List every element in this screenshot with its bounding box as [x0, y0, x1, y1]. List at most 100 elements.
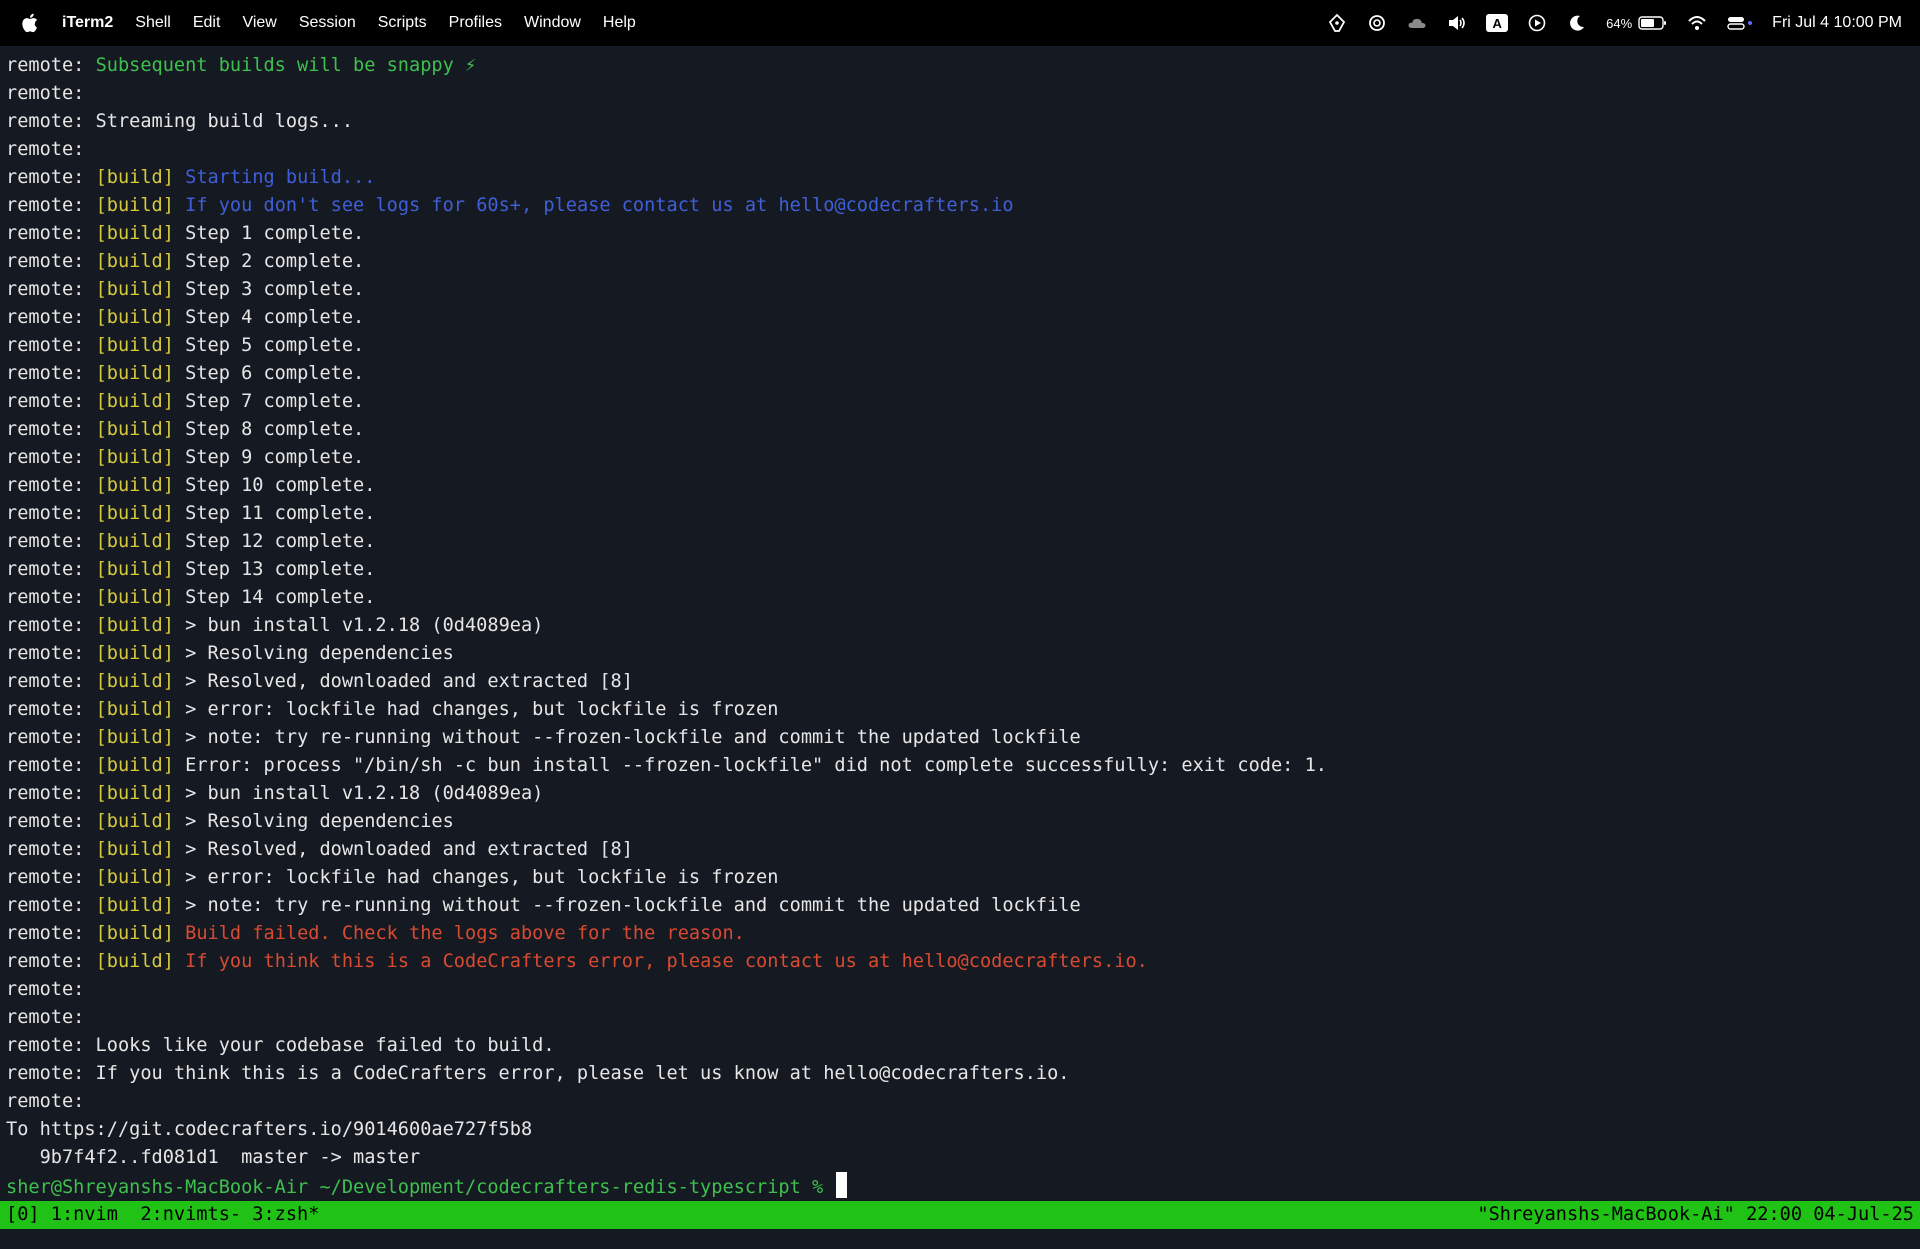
terminal-line: remote: [build] Step 2 complete.: [6, 248, 1920, 276]
terminal-text: remote:: [6, 783, 96, 804]
terminal-text: remote:: [6, 139, 85, 160]
menu-profiles[interactable]: Profiles: [438, 14, 513, 32]
terminal-text: Step 1 complete.: [173, 223, 365, 244]
terminal-text: Step 12 complete.: [173, 531, 376, 552]
terminal-line: remote: [build] > error: lockfile had ch…: [6, 864, 1920, 892]
terminal-text: 9b7f4f2..fd081d1 master -> master: [6, 1147, 421, 1168]
terminal-line: remote: [build] Step 5 complete.: [6, 332, 1920, 360]
terminal-text: remote:: [6, 811, 96, 832]
terminal-text: remote:: [6, 419, 96, 440]
terminal-text: remote:: [6, 447, 96, 468]
build-tag: [build]: [95, 251, 174, 272]
build-tag: [build]: [95, 699, 174, 720]
terminal-line: remote: [build] If you don't see logs fo…: [6, 192, 1920, 220]
terminal-line: remote: [build] > note: try re-running w…: [6, 892, 1920, 920]
terminal-line: remote: [build] Build failed. Check the …: [6, 920, 1920, 948]
terminal-line: remote: [build] If you think this is a C…: [6, 948, 1920, 976]
terminal-line: remote:: [6, 136, 1920, 164]
volume-icon[interactable]: [1446, 12, 1468, 34]
terminal-text: If you think this is a CodeCrafters erro…: [185, 951, 1148, 972]
terminal-text: > error: lockfile had changes, but lockf…: [173, 699, 779, 720]
menu-scripts[interactable]: Scripts: [367, 14, 438, 32]
terminal-text: If you don't see logs for 60s+, please c…: [185, 195, 1014, 216]
terminal-text: remote:: [6, 559, 96, 580]
terminal-text: remote:: [6, 335, 96, 356]
prompt-line[interactable]: sher@Shreyanshs-MacBook-Air ~/Developmen…: [6, 1172, 1920, 1200]
menu-view[interactable]: View: [231, 14, 287, 32]
terminal-text: > note: try re-running without --frozen-…: [173, 727, 1081, 748]
terminal-line: remote: [build] > Resolving dependencies: [6, 808, 1920, 836]
terminal-text: remote:: [6, 363, 96, 384]
menu-help[interactable]: Help: [592, 14, 647, 32]
terminal-text: remote: Looks like your codebase failed …: [6, 1035, 555, 1056]
terminal-output[interactable]: remote: Subsequent builds will be snappy…: [0, 52, 1920, 1201]
battery-icon[interactable]: [1638, 12, 1668, 34]
terminal-text: remote:: [6, 867, 96, 888]
terminal-text: Step 3 complete.: [173, 279, 365, 300]
terminal-text: remote:: [6, 923, 96, 944]
build-tag: [build]: [95, 671, 174, 692]
apple-icon[interactable]: [20, 12, 42, 34]
terminal-line: remote: Subsequent builds will be snappy…: [6, 52, 1920, 80]
tmux-window-list[interactable]: [0] 1:nvim 2:nvimts- 3:zsh*: [0, 1201, 319, 1229]
openai-icon[interactable]: [1366, 12, 1388, 34]
build-tag: [build]: [95, 755, 174, 776]
menu-edit[interactable]: Edit: [182, 14, 232, 32]
build-tag: [build]: [95, 643, 174, 664]
terminal-line: remote: [build] Step 9 complete.: [6, 444, 1920, 472]
build-tag: [build]: [95, 475, 174, 496]
build-tag: [build]: [95, 867, 174, 888]
terminal-line: remote:: [6, 976, 1920, 1004]
menu-bar: iTerm2 Shell Edit View Session Scripts P…: [0, 0, 1920, 46]
build-tag: [build]: [95, 195, 174, 216]
build-tag: [build]: [95, 951, 174, 972]
terminal-text: > error: lockfile had changes, but lockf…: [173, 867, 779, 888]
terminal-line: remote: [build] Step 8 complete.: [6, 416, 1920, 444]
terminal-text: remote:: [6, 699, 96, 720]
terminal-text: remote:: [6, 307, 96, 328]
terminal-text: remote:: [6, 251, 96, 272]
terminal-text: remote:: [6, 195, 96, 216]
terminal-text: Build failed. Check the logs above for t…: [185, 923, 745, 944]
moon-icon[interactable]: [1566, 12, 1588, 34]
terminal-line: remote: [build] Step 3 complete.: [6, 276, 1920, 304]
cloud-icon[interactable]: [1406, 12, 1428, 34]
menu-app-name[interactable]: iTerm2: [62, 14, 124, 32]
build-tag: [build]: [95, 279, 174, 300]
play-icon[interactable]: [1526, 12, 1548, 34]
terminal-text: remote:: [6, 475, 96, 496]
terminal-line: remote: [build] Step 10 complete.: [6, 472, 1920, 500]
battery-percent: 64%: [1606, 15, 1633, 31]
terminal-text: > Resolved, downloaded and extracted [8]: [173, 671, 633, 692]
build-tag: [build]: [95, 615, 174, 636]
build-tag: [build]: [95, 167, 174, 188]
terminal-line: remote:: [6, 1088, 1920, 1116]
terminal-text: remote:: [6, 671, 96, 692]
build-tag: [build]: [95, 559, 174, 580]
menu-window[interactable]: Window: [513, 14, 592, 32]
menu-shell[interactable]: Shell: [124, 14, 182, 32]
terminal-text: Step 4 complete.: [173, 307, 365, 328]
menubar-clock[interactable]: Fri Jul 4 10:00 PM: [1772, 14, 1902, 32]
terminal-line: remote: [build] > Resolving dependencies: [6, 640, 1920, 668]
control-center-icon[interactable]: [1726, 12, 1754, 34]
terminal-text: Starting build...: [185, 167, 376, 188]
pen-tool-icon[interactable]: [1326, 12, 1348, 34]
input-source-icon[interactable]: A: [1486, 14, 1509, 32]
menu-session[interactable]: Session: [288, 14, 367, 32]
terminal-line: remote: Streaming build logs...: [6, 108, 1920, 136]
terminal-text: remote:: [6, 55, 96, 76]
terminal-text: Step 13 complete.: [173, 559, 376, 580]
wifi-icon[interactable]: [1686, 12, 1708, 34]
terminal-text: Step 6 complete.: [173, 363, 365, 384]
terminal-text: remote:: [6, 951, 96, 972]
build-tag: [build]: [95, 783, 174, 804]
build-tag: [build]: [95, 223, 174, 244]
terminal-text: > bun install v1.2.18 (0d4089ea): [173, 615, 544, 636]
build-tag: [build]: [95, 503, 174, 524]
build-tag: [build]: [95, 923, 174, 944]
terminal-line: remote: [build] Step 1 complete.: [6, 220, 1920, 248]
